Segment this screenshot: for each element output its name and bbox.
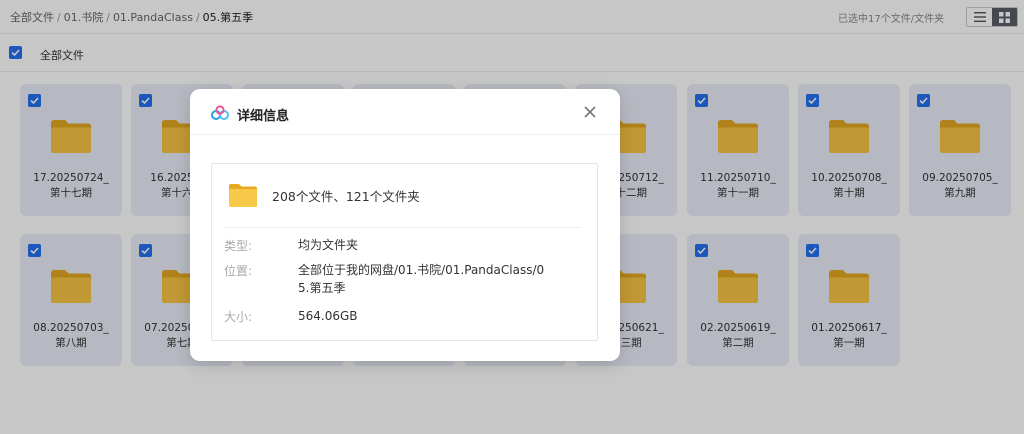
size-value: 564.06GB — [298, 309, 358, 323]
type-label: 类型: — [224, 239, 253, 253]
location-value: 全部位于我的网盘/01.书院/01.PandaClass/0 5.第五季 — [298, 261, 588, 297]
cloud-logo-icon — [211, 105, 229, 120]
close-icon[interactable] — [582, 104, 598, 120]
type-value: 均为文件夹 — [298, 238, 359, 252]
details-dialog: 详细信息 208个文件、121个文件夹 类型: 均为文件夹 位置: 全部位于我的… — [190, 89, 620, 361]
divider — [224, 227, 582, 228]
location-value-line2: 5.第五季 — [298, 281, 346, 295]
details-panel: 208个文件、121个文件夹 类型: 均为文件夹 位置: 全部位于我的网盘/01… — [211, 163, 598, 341]
location-value-line1: 全部位于我的网盘/01.书院/01.PandaClass/0 — [298, 263, 545, 277]
folder-icon — [229, 184, 257, 207]
dialog-header: 详细信息 — [190, 89, 620, 135]
details-summary: 208个文件、121个文件夹 — [272, 189, 420, 204]
size-label: 大小: — [224, 310, 253, 324]
location-label: 位置: — [224, 264, 253, 278]
dialog-title: 详细信息 — [237, 109, 290, 124]
